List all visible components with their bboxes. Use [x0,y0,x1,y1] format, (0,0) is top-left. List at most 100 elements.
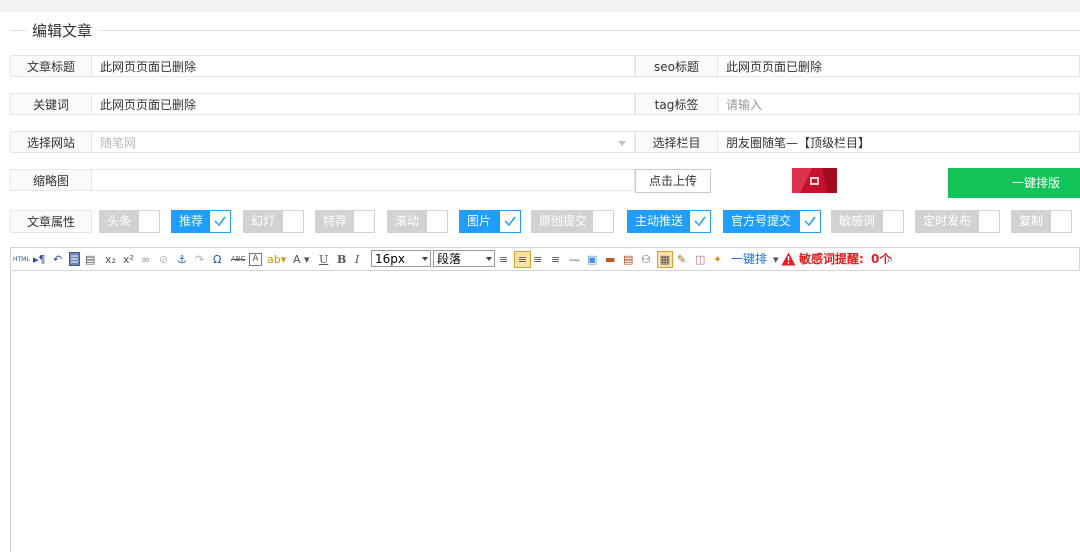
magic-wand-icon[interactable]: ✦ [713,252,722,267]
superscript-icon[interactable]: x² [123,252,134,267]
attribute-checkbox[interactable]: 头条 [99,210,160,233]
thumbnail-input[interactable] [92,169,635,191]
unlink-icon[interactable]: ⊘ [159,252,168,267]
tags-input[interactable]: 请输入 [718,93,1080,115]
attribute-checkbox[interactable]: 定时发布 [915,210,1000,233]
checkbox-box [282,210,304,233]
attribute-checkbox[interactable]: 官方号提交 [723,210,821,233]
legend-line [10,30,26,31]
redo-icon[interactable]: ↷ [195,252,204,267]
checkbox-box [978,210,1000,233]
align-center-icon[interactable]: ≡ [533,252,542,267]
onekey-format-button[interactable]: 一键排版 [948,168,1080,198]
seo-title-input[interactable]: 此网页页面已删除 [718,55,1080,77]
attribute-checkbox[interactable]: 图片 [459,210,521,233]
title-label: 文章标题 [10,55,92,77]
attribute-checkbox-label: 头条 [99,210,140,233]
thumbnail-label: 缩略图 [10,169,92,191]
site-select[interactable]: 随笔网 [92,131,635,153]
align-right-icon[interactable]: ≡ [551,252,560,267]
checkmark-icon [689,210,711,233]
font-size-select[interactable]: 16px [371,250,431,267]
title-input[interactable]: 此网页页面已删除 [92,55,635,77]
warning-icon [781,252,796,267]
align-left-icon[interactable]: ≡ [514,251,531,268]
underline-icon[interactable]: U [319,252,328,267]
onekey-format-toolbar-button[interactable]: 一键排 [731,252,767,267]
checkbox-box [1050,210,1072,233]
eraser-icon[interactable]: ◫ [695,252,705,267]
anchor-icon[interactable]: ⚓ [177,252,187,267]
link-icon[interactable]: ∞ [141,252,150,267]
checkmark-icon [499,210,521,233]
strikethrough-icon[interactable]: ABC [231,252,245,267]
italic-icon[interactable]: I [355,252,359,267]
upload-button[interactable]: 点击上传 [635,169,711,193]
thumbnail-preview [792,168,837,193]
paragraph-value: 段落 [437,252,462,266]
chevron-down-icon[interactable]: ▾ [773,252,779,267]
paste-text-icon[interactable]: ▦ [657,251,673,268]
legend-line [100,30,1080,31]
attribute-checkbox[interactable]: 特荐 [315,210,375,233]
attribute-checkbox[interactable]: 滚动 [387,210,448,233]
attribute-checkbox[interactable]: 原创提交 [531,210,614,233]
undo-icon[interactable]: ↶ [53,252,62,267]
attribute-checkbox[interactable]: 敏感词 [831,210,904,233]
attribute-checkbox[interactable]: 幻灯 [243,210,304,233]
attribute-checkbox[interactable]: 主动推送 [627,210,711,233]
insert-image-icon[interactable]: ▣ [587,252,597,267]
top-bar [0,0,1080,12]
subscript-icon[interactable]: x₂ [105,252,116,267]
checkbox-box [353,210,375,233]
checkmark-icon [799,210,821,233]
attribute-checkbox-label: 定时发布 [915,210,980,233]
seo-title-label: seo标题 [635,55,718,77]
ltr-icon[interactable]: ▸¶ [33,252,46,267]
format-painter-icon[interactable]: ✎ [677,252,686,267]
attribute-checkbox[interactable]: 推荐 [171,210,231,233]
site-label: 选择网站 [10,131,92,153]
attribute-checkbox-label: 敏感词 [831,210,884,233]
chevron-down-icon [422,257,428,261]
column-label: 选择栏目 [635,131,718,153]
font-color-icon[interactable]: A ▾ [293,252,310,267]
checkbox-box [592,210,614,233]
attribute-checkbox[interactable]: 复制 [1011,210,1072,233]
editor-toolbar: HTML ▸¶ ↶ ▤ x₂ x² ∞ ⊘ ⚓ ↷ Ω ABC A ab▾ A … [10,247,1080,271]
textbox-icon[interactable]: A [249,253,262,266]
search-replace-icon[interactable]: ⚇ [641,252,651,267]
attribute-checkbox-label: 主动推送 [627,210,692,233]
attributes-label: 文章属性 [10,210,92,233]
keywords-label: 关键词 [10,93,92,115]
checkbox-box [426,210,448,233]
chevron-down-icon [486,257,492,261]
page-icon[interactable] [69,252,80,267]
font-size-value: 16px [375,252,405,266]
highlight-icon[interactable]: ab▾ [267,252,286,267]
sensitive-word-label: 敏感词提醒: [799,252,864,266]
attribute-checkbox-label: 复制 [1011,210,1052,233]
insert-video-icon[interactable]: ▬ [605,252,615,267]
attribute-checkbox-label: 官方号提交 [723,210,800,233]
attribute-checkbox-label: 特荐 [315,210,356,233]
html-source-icon[interactable]: HTML [13,252,30,267]
justify-icon[interactable]: ≡ [499,252,508,267]
insert-media-icon[interactable]: ▤ [623,252,633,267]
horizontal-rule-icon[interactable]: — [569,252,580,267]
tags-label: tag标签 [635,93,718,115]
editor-content-area[interactable] [10,271,1080,552]
keywords-input[interactable]: 此网页页面已删除 [92,93,635,115]
format-icon[interactable]: ▤ [85,252,95,267]
attribute-checkbox-label: 原创提交 [531,210,596,233]
attribute-checkbox-label: 幻灯 [243,210,284,233]
checkbox-box [138,210,160,233]
form-legend: 编辑文章 [32,22,93,40]
bold-icon[interactable]: B [337,252,346,267]
zoom-icon[interactable]: ⌕ [887,252,893,267]
column-select[interactable]: 朋友圈随笔—【顶级栏目】 [718,131,1080,153]
special-char-icon[interactable]: Ω [213,252,221,267]
checkmark-icon [209,210,231,233]
attribute-checkbox-label: 滚动 [387,210,428,233]
paragraph-select[interactable]: 段落 [433,250,495,267]
